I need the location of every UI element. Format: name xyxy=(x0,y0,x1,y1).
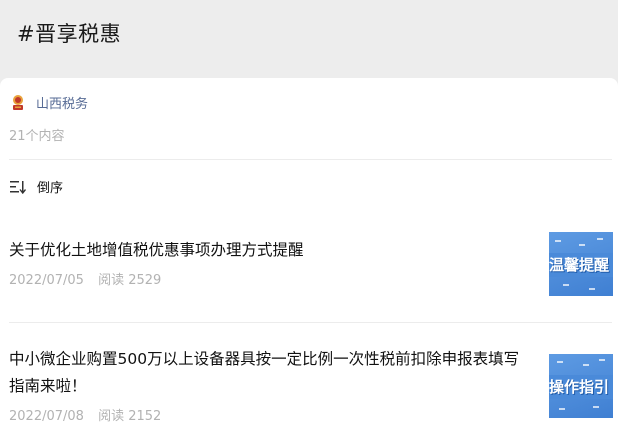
article-date: 2022/07/05 xyxy=(9,273,84,288)
sort-toggle[interactable]: 倒序 xyxy=(10,177,63,196)
page-header: #晋享税惠 xyxy=(0,0,618,78)
article-date: 2022/07/08 xyxy=(9,409,84,424)
article-meta: 2022/07/08 阅读 2152 xyxy=(9,405,613,424)
account-link[interactable]: 山西税务 xyxy=(10,93,88,112)
article-reads: 阅读 2152 xyxy=(98,409,162,424)
tax-bureau-emblem-icon xyxy=(13,94,23,110)
content-count: 21个内容 xyxy=(9,129,65,144)
article-item[interactable]: 中小微企业购置500万以上设备器具按一定比例一次性税前扣除申报表填写指南来啦！ … xyxy=(9,346,613,424)
article-item[interactable]: 关于优化土地增值税优惠事项办理方式提醒 2022/07/05 阅读 2529 温… xyxy=(9,232,613,296)
article-title[interactable]: 中小微企业购置500万以上设备器具按一定比例一次性税前扣除申报表填写指南来啦！ xyxy=(9,346,529,400)
thumbnail-text: 温馨提醒 xyxy=(549,256,610,274)
article-thumbnail[interactable]: 温馨提醒 xyxy=(549,232,613,296)
article-title[interactable]: 关于优化土地增值税优惠事项办理方式提醒 xyxy=(9,237,529,264)
account-name[interactable]: 山西税务 xyxy=(36,93,88,112)
article-meta: 2022/07/05 阅读 2529 xyxy=(9,269,613,288)
page-title: #晋享税惠 xyxy=(17,22,122,46)
thumbnail-text: 操作指引 xyxy=(549,378,610,396)
divider xyxy=(9,159,612,160)
sort-label[interactable]: 倒序 xyxy=(37,177,63,196)
divider xyxy=(9,322,612,323)
article-reads: 阅读 2529 xyxy=(98,273,162,288)
article-thumbnail[interactable]: 操作指引 xyxy=(549,354,613,418)
sort-icon xyxy=(10,180,26,194)
collection-card: 山西税务 21个内容 倒序 关于优化土地增值税优惠事项办理方式提醒 2022/0… xyxy=(0,78,618,436)
